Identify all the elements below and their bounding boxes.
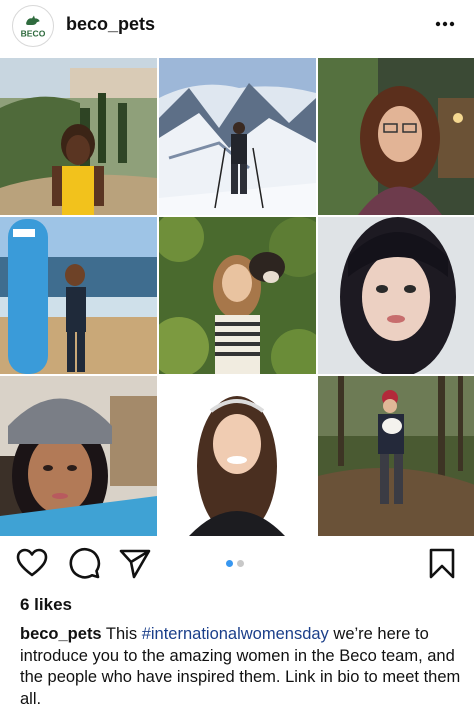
photo-tile bbox=[0, 376, 157, 536]
carousel-dot bbox=[237, 560, 244, 567]
photo-tile bbox=[318, 376, 474, 536]
photo-tile bbox=[0, 58, 157, 215]
photo-tile bbox=[159, 376, 316, 536]
like-button[interactable] bbox=[15, 546, 49, 580]
caption-username[interactable]: beco_pets bbox=[20, 625, 102, 643]
likes-count[interactable]: 6 likes bbox=[20, 595, 72, 615]
post-header: BECO beco_pets bbox=[0, 0, 474, 52]
photo-woman-yellow-top bbox=[0, 58, 157, 215]
carousel-indicator bbox=[226, 560, 244, 567]
more-options-button[interactable] bbox=[430, 12, 460, 36]
photo-woman-dark-hair bbox=[318, 217, 474, 374]
heart-icon bbox=[16, 548, 48, 577]
photo-tile bbox=[159, 217, 316, 374]
post-caption: beco_pets This #internationalwomensday w… bbox=[20, 624, 462, 710]
share-button[interactable] bbox=[118, 546, 152, 580]
account-username[interactable]: beco_pets bbox=[66, 14, 155, 35]
carousel-dot-active bbox=[226, 560, 233, 567]
photo-tile bbox=[0, 217, 157, 374]
comment-button[interactable] bbox=[67, 546, 101, 580]
photo-woman-curly-hair bbox=[318, 58, 474, 215]
save-button[interactable] bbox=[425, 546, 459, 580]
photo-tile bbox=[318, 217, 474, 374]
bookmark-icon bbox=[429, 548, 455, 579]
account-avatar[interactable]: BECO bbox=[12, 5, 54, 47]
photo-woman-dog-woods bbox=[318, 376, 474, 536]
photo-woman-holding-dog bbox=[159, 217, 316, 374]
beco-dog-logo-icon: BECO bbox=[13, 6, 53, 46]
more-options-icon bbox=[435, 21, 455, 27]
post-action-bar bbox=[0, 540, 474, 588]
photo-woman-grey-beanie bbox=[0, 376, 157, 536]
photo-tile bbox=[318, 58, 474, 215]
photo-woman-surfboard bbox=[0, 217, 157, 374]
send-icon bbox=[119, 549, 151, 579]
caption-text-before: This bbox=[105, 625, 142, 643]
photo-woman-headband bbox=[159, 376, 316, 536]
caption-hashtag[interactable]: #internationalwomensday bbox=[142, 625, 329, 643]
photo-skier-mountains bbox=[159, 58, 316, 215]
avatar-logo-text: BECO bbox=[21, 28, 46, 38]
photo-tile bbox=[159, 58, 316, 215]
comment-icon bbox=[69, 547, 101, 579]
post-image-collage[interactable] bbox=[0, 58, 474, 536]
